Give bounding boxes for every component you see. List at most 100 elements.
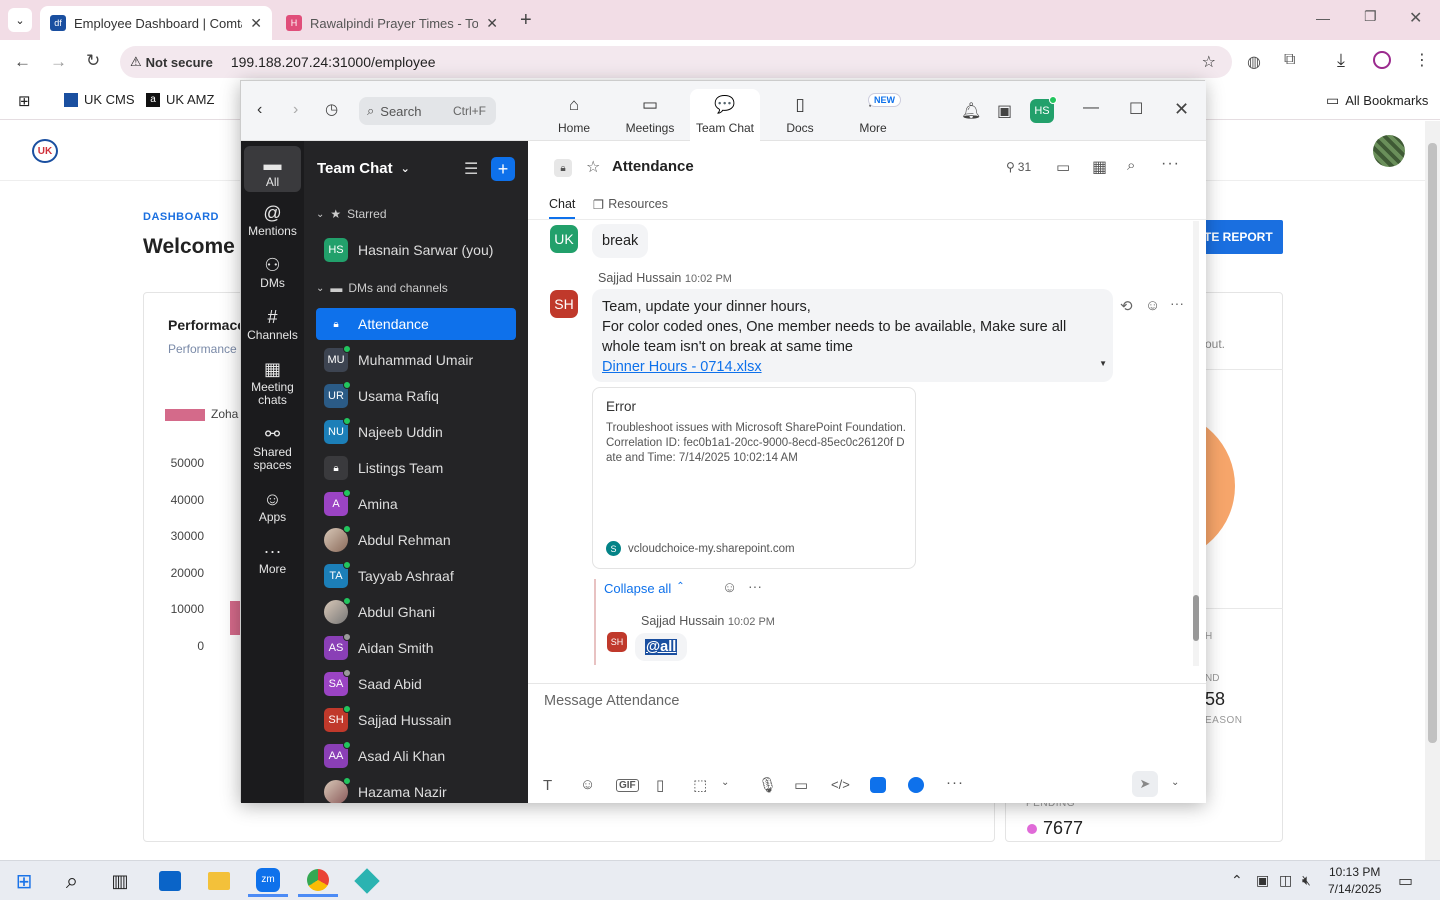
list-item[interactable]: 🔒︎ Listings Team xyxy=(316,452,516,484)
filter-icon[interactable]: ☰ xyxy=(464,159,478,179)
more-options-icon[interactable]: ··· xyxy=(1161,155,1180,173)
user-avatar[interactable] xyxy=(1373,135,1405,167)
forward-chevron-icon[interactable]: › xyxy=(293,101,298,119)
bell-icon[interactable]: 🔔︎ xyxy=(961,101,981,121)
rail-more[interactable]: ··· More xyxy=(244,539,301,583)
list-item[interactable]: UR Usama Rafiq xyxy=(316,380,516,412)
text-format-icon[interactable]: T xyxy=(543,777,552,794)
list-item[interactable]: 🔒︎ Attendance xyxy=(316,308,516,340)
rail-mentions[interactable]: @ Mentions xyxy=(244,201,301,245)
task-view-icon[interactable]: ▥ xyxy=(100,865,140,897)
section-starred[interactable]: ⌄ ★ Starred xyxy=(316,207,387,221)
screenshot-icon[interactable]: ⬚ xyxy=(693,776,707,794)
list-item[interactable]: SH Sajjad Hussain xyxy=(316,704,516,736)
list-item[interactable]: SA Saad Abid xyxy=(316,668,516,700)
whiteboard-icon[interactable]: ▣ xyxy=(997,101,1012,121)
chrome-icon[interactable] xyxy=(298,865,338,897)
chatlist-title[interactable]: Team Chat ⌄ xyxy=(317,160,410,177)
file-icon[interactable]: ▯ xyxy=(656,776,664,794)
list-item[interactable]: AA Asad Ali Khan xyxy=(316,740,516,772)
avatar[interactable]: SH xyxy=(607,632,627,652)
download-icon[interactable]: ⤓ xyxy=(1337,50,1345,71)
list-item[interactable]: Hazama Nazir xyxy=(316,776,516,803)
zoom-taskbar-icon[interactable]: zm xyxy=(248,865,288,897)
list-item[interactable]: TA Tayyab Ashraaf xyxy=(316,560,516,592)
message-composer-input[interactable]: Message Attendance xyxy=(544,693,1184,763)
avatar[interactable]: UK xyxy=(550,225,578,253)
scrollbar-thumb[interactable] xyxy=(1193,595,1199,641)
rail-meeting-chats[interactable]: ▦ Meeting chats xyxy=(244,357,301,413)
close-icon[interactable]: ✕ xyxy=(486,15,498,32)
sender-name[interactable]: Sajjad Hussain xyxy=(598,271,681,285)
emoji-react-icon[interactable]: ☺ xyxy=(722,579,737,596)
video-message-icon[interactable]: ▭ xyxy=(794,776,808,794)
avatar[interactable]: SH xyxy=(550,290,578,318)
expand-caret-icon[interactable]: ▼ xyxy=(1099,354,1107,374)
apps-grid-icon[interactable]: ⊞ xyxy=(18,92,31,110)
list-item[interactable]: NU Najeeb Uddin xyxy=(316,416,516,448)
new-tab-plus-icon[interactable]: + xyxy=(520,9,532,32)
tab-more[interactable]: ·· More NEW xyxy=(838,89,908,141)
link-preview-card[interactable]: Error Troubleshoot issues with Microsoft… xyxy=(592,387,916,569)
list-item[interactable]: A Amina xyxy=(316,488,516,520)
search-icon[interactable]: ⌕ xyxy=(1127,157,1135,174)
close-window-icon[interactable]: ✕ xyxy=(1409,8,1422,28)
back-chevron-icon[interactable]: ‹ xyxy=(257,101,262,119)
outlook-icon[interactable] xyxy=(150,865,190,897)
collapse-all-button[interactable]: Collapse all ⌃ xyxy=(604,581,685,596)
emoji-icon[interactable]: ☺ xyxy=(580,776,595,793)
mention-all[interactable]: @all xyxy=(645,639,678,655)
emoji-react-icon[interactable]: ☺ xyxy=(1145,297,1160,314)
tab-docs[interactable]: ▯ Docs xyxy=(765,89,835,141)
tab-meetings[interactable]: ▭ Meetings xyxy=(615,89,685,141)
list-item[interactable]: HS Hasnain Sarwar (you) xyxy=(316,234,516,266)
file-link[interactable]: Dinner Hours - 0714.xlsx xyxy=(602,357,1103,377)
calendar-icon[interactable]: ▦ xyxy=(1092,157,1107,177)
code-icon[interactable]: </> xyxy=(831,777,850,792)
network-icon[interactable]: ▣ xyxy=(1256,872,1269,889)
reply-bubble[interactable]: @all xyxy=(635,633,688,661)
microphone-icon[interactable]: 🎙︎ xyxy=(758,776,777,794)
chevron-down-icon[interactable]: ⌄ xyxy=(721,777,729,788)
app-icon[interactable] xyxy=(347,865,387,897)
history-icon[interactable]: ◷ xyxy=(325,100,338,118)
zoom-search-input[interactable]: ⌕ Search Ctrl+F xyxy=(359,97,496,125)
rail-channels[interactable]: # Channels xyxy=(244,305,301,349)
system-clock[interactable]: 10:13 PM 7/14/2025 xyxy=(1328,864,1381,898)
reload-icon[interactable]: ↻ xyxy=(86,51,100,71)
message-bubble[interactable]: Team, update your dinner hours, For colo… xyxy=(592,289,1113,382)
send-icon[interactable]: ➤ xyxy=(1132,771,1158,797)
message-bubble[interactable]: break xyxy=(592,224,649,258)
bookmark-uk-amz[interactable]: a UK AMZ xyxy=(146,92,214,107)
list-item[interactable]: MU Muhammad Umair xyxy=(316,344,516,376)
file-explorer-icon[interactable] xyxy=(199,865,239,897)
section-dms[interactable]: ⌄ ▬ DMs and channels xyxy=(316,281,448,295)
list-item[interactable]: Abdul Ghani xyxy=(316,596,516,628)
star-icon[interactable]: ☆ xyxy=(1202,52,1216,72)
menu-dots-icon[interactable]: ⋮ xyxy=(1414,50,1430,70)
tab-employee-dashboard[interactable]: df Employee Dashboard | Comtan ✕ xyxy=(40,6,272,40)
video-call-icon[interactable]: ▭ xyxy=(1056,158,1070,176)
page-scrollbar[interactable] xyxy=(1425,121,1440,860)
more-icon[interactable]: ··· xyxy=(748,578,762,594)
url-field[interactable]: ⚠ Not secure 199.188.207.24:31000/employ… xyxy=(120,46,1232,78)
star-outline-icon[interactable]: ☆ xyxy=(586,157,600,177)
all-bookmarks[interactable]: ▭ All Bookmarks xyxy=(1326,92,1428,109)
member-count[interactable]: ⚲ 31 xyxy=(1006,160,1031,174)
chat-scrollbar[interactable] xyxy=(1193,221,1199,666)
rail-apps[interactable]: ☺ Apps xyxy=(244,487,301,531)
breadcrumb[interactable]: DASHBOARD xyxy=(143,211,219,223)
bookmark-uk-cms[interactable]: UK CMS xyxy=(64,92,135,107)
notifications-icon[interactable]: ▭ xyxy=(1398,871,1413,891)
chevron-down-icon[interactable]: ⌄ xyxy=(1171,777,1179,788)
zoom-app-icon[interactable] xyxy=(870,777,886,793)
tab-chat[interactable]: Chat xyxy=(549,197,576,219)
rail-all[interactable]: ▬ All xyxy=(244,146,301,192)
zoom-docs-icon[interactable] xyxy=(908,777,924,793)
forward-arrow-icon[interactable]: → xyxy=(50,52,67,72)
chevron-up-icon[interactable]: ⌃ xyxy=(1231,872,1243,889)
minimize-icon[interactable]: — xyxy=(1316,10,1330,26)
gif-icon[interactable]: GIF xyxy=(616,779,639,792)
list-item[interactable]: Abdul Rehman xyxy=(316,524,516,556)
tab-search-button[interactable]: ⌄ xyxy=(8,8,32,32)
